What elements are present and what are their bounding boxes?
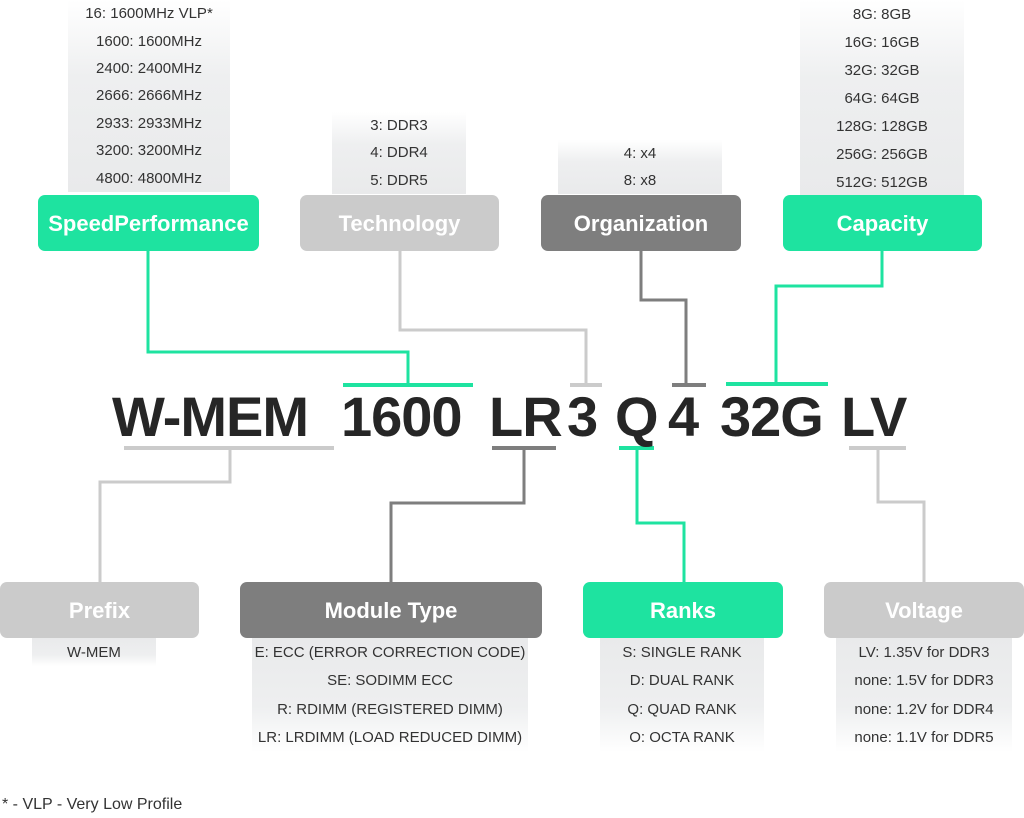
- organization-label: Organization: [541, 195, 741, 251]
- capacity-title-line: Capacity: [836, 210, 929, 236]
- ranks-option: Q: QUAD RANK: [627, 700, 737, 718]
- technology-connector: [398, 251, 588, 385]
- voltage-option: none: 1.5V for DDR3: [854, 672, 994, 690]
- footnote: * - VLP - Very Low Profile: [2, 796, 183, 813]
- speed-option: 2400: 2400MHz: [96, 60, 202, 78]
- organization-options-list: 4: x4 8: x8: [558, 140, 722, 194]
- ranks-options-list: S: SINGLE RANK D: DUAL RANK Q: QUAD RANK O:…: [600, 638, 764, 752]
- capacity-connector: [774, 251, 884, 384]
- ranks-connector: [635, 448, 686, 582]
- speed-title-line: Speed: [48, 210, 115, 236]
- speed-connector: [146, 251, 410, 385]
- prefix-options-list: W-MEM: [32, 638, 156, 666]
- part-number-diagram: 16: 1600MHz VLP* 1600: 1600MHz 2400: 2400M…: [0, 0, 1024, 818]
- organization-option: 4: x4: [623, 145, 657, 162]
- voltage-label: Voltage: [824, 582, 1024, 638]
- technology-title-line: Technology: [338, 210, 461, 236]
- voltage-options-list: LV: 1.35V for DDR3 none: 1.5V for DDR3 non…: [836, 638, 1012, 752]
- ranks-option: D: DUAL RANK: [629, 672, 735, 690]
- technology-option: 5: DDR5: [370, 171, 428, 189]
- capacity-option: 64G: 64GB: [844, 89, 920, 107]
- technology-label: Technology: [300, 195, 499, 251]
- module-type-options-list: E: ECC (ERROR CORRECTION CODE) SE: SODIMM…: [252, 638, 528, 752]
- capacity-option: 512G: 512GB: [836, 173, 928, 191]
- speed-performance-label: Speed Performance: [38, 195, 259, 251]
- code-segment-ranks: Q: [615, 385, 659, 448]
- code-segment-voltage: LV: [841, 385, 907, 448]
- voltage-option: none: 1.2V for DDR4: [854, 700, 994, 718]
- code-segment-module-type: LR: [489, 385, 563, 448]
- speed-option: 2933: 2933MHz: [96, 114, 202, 132]
- speed-option: 1600: 1600MHz: [96, 32, 202, 50]
- speed-option: 16: 1600MHz VLP*: [85, 5, 213, 23]
- prefix-title-line: Prefix: [68, 597, 131, 623]
- capacity-option: 8G: 8GB: [852, 5, 912, 23]
- voltage-title-line: Voltage: [885, 597, 963, 623]
- capacity-label: Capacity: [783, 195, 982, 251]
- module-type-option: R: RDIMM (REGISTERED DIMM): [277, 700, 503, 718]
- voltage-connector: [876, 448, 926, 582]
- code-segment-organization: 4: [668, 385, 699, 448]
- code-segment-speed: 1600: [341, 385, 463, 448]
- organization-connector: [639, 251, 688, 385]
- ranks-title-line: Ranks: [649, 597, 717, 623]
- speed-option: 4800: 4800MHz: [96, 169, 202, 187]
- module-type-title-line: Module Type: [324, 597, 458, 623]
- organization-title-line: Organization: [573, 210, 709, 236]
- ranks-option: S: SINGLE RANK: [622, 643, 742, 661]
- code-segment-technology: 3: [567, 385, 598, 448]
- organization-option: 8: x8: [623, 172, 657, 189]
- capacity-options-list: 8G: 8GB 16G: 16GB 32G: 32GB 64G: 64GB 128G: …: [800, 0, 964, 196]
- module-type-label: Module Type: [240, 582, 542, 638]
- voltage-option: LV: 1.35V for DDR3: [858, 643, 990, 661]
- ranks-label: Ranks: [583, 582, 783, 638]
- module-type-option: LR: LRDIMM (LOAD REDUCED DIMM): [257, 729, 523, 747]
- code-segment-capacity: 32G: [720, 385, 824, 448]
- voltage-option: none: 1.1V for DDR5: [854, 729, 994, 747]
- technology-option: 4: DDR4: [370, 144, 428, 162]
- speed-option: 3200: 3200MHz: [96, 142, 202, 160]
- technology-option: 3: DDR3: [370, 117, 428, 135]
- speed-options-list: 16: 1600MHz VLP* 1600: 1600MHz 2400: 2400M…: [68, 0, 230, 192]
- module-type-option: E: ECC (ERROR CORRECTION CODE): [254, 643, 526, 661]
- prefix-connector: [98, 448, 232, 582]
- technology-options-list: 3: DDR3 4: DDR4 5: DDR5: [332, 112, 466, 194]
- capacity-option: 16G: 16GB: [844, 33, 920, 51]
- module-type-option: SE: SODIMM ECC: [327, 672, 453, 690]
- module-type-connector: [389, 448, 526, 582]
- prefix-option: W-MEM: [67, 643, 121, 661]
- capacity-option: 32G: 32GB: [844, 61, 920, 79]
- capacity-option: 128G: 128GB: [836, 117, 928, 135]
- code-segment-prefix: W-MEM: [112, 385, 309, 448]
- ranks-option: O: OCTA RANK: [629, 729, 735, 747]
- capacity-option: 256G: 256GB: [836, 145, 928, 163]
- prefix-label: Prefix: [0, 582, 199, 638]
- speed-title-line: Performance: [114, 210, 249, 236]
- speed-option: 2666: 2666MHz: [96, 87, 202, 105]
